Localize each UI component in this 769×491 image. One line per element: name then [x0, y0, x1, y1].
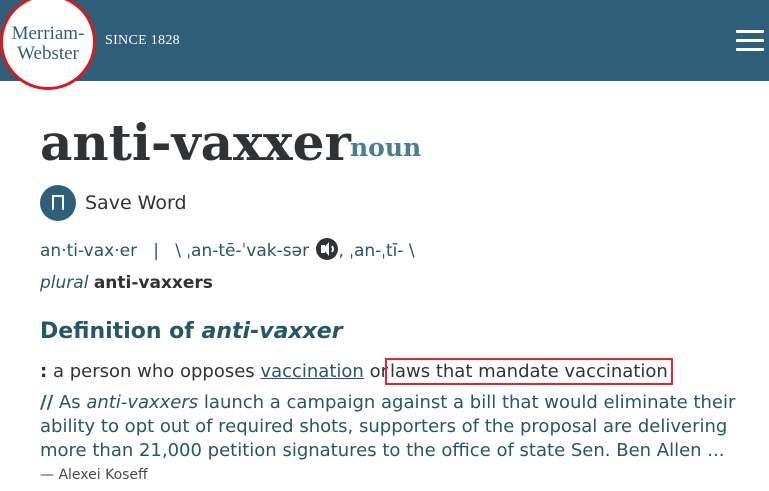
definition-text-before: a person who opposes — [52, 361, 255, 382]
pron-sep: , — [338, 241, 344, 261]
headword: anti-vaxxer — [40, 113, 351, 172]
pron-close: \ — [408, 241, 415, 261]
menu-bar — [736, 39, 764, 42]
tagline: SINCE 1828 — [105, 33, 180, 48]
example-sentence: // As anti-vaxxers launch a campaign aga… — [40, 391, 760, 463]
hamburger-menu-icon[interactable] — [736, 28, 764, 52]
definition-heading-prefix: Definition of — [40, 319, 202, 344]
menu-bar — [736, 30, 764, 33]
bookmark-notch — [52, 205, 64, 211]
example-prefix: As — [58, 392, 81, 413]
plural-line: plural anti-vaxxers — [40, 273, 213, 293]
pronunciation-2: ˌan-ˌtī- — [349, 241, 404, 261]
example-marker: // — [40, 392, 54, 413]
separator: | — [153, 241, 160, 261]
menu-bar — [736, 48, 764, 51]
definition-or: or — [369, 361, 388, 382]
definition-heading-term: anti-vaxxer — [201, 319, 343, 344]
save-word-button[interactable]: Save Word — [85, 192, 187, 214]
syllables: an·ti-vax·er — [40, 241, 138, 261]
vaccination-link[interactable]: vaccination — [260, 361, 363, 382]
bookmark-icon[interactable] — [40, 185, 76, 221]
logo-line-1: Merriam- — [11, 23, 85, 44]
pron-open: \ — [175, 241, 181, 261]
definition-heading: Definition of anti-vaxxer — [40, 319, 343, 344]
example-term: anti-vaxxers — [86, 392, 199, 413]
site-header: Merriam- Webster SINCE 1828 — [0, 0, 769, 90]
example-author: — Alexei Koseff — [40, 467, 148, 483]
logo-line-2: Webster — [17, 43, 79, 64]
pronunciation-line: an·ti-vax·er | \ ˌan-tē-ˈvak-sər , ˌan-ˌ… — [40, 238, 415, 262]
definition-colon: : — [40, 361, 48, 382]
definition-text: : a person who opposes vaccination or law… — [40, 358, 673, 385]
audio-speaker-icon[interactable] — [316, 238, 339, 260]
merriam-webster-logo[interactable]: Merriam- Webster — [0, 0, 96, 90]
pronunciation-1: ˌan-tē-ˈvak-sər — [186, 241, 310, 261]
highlighted-phrase: laws that mandate vaccination — [384, 358, 673, 385]
part-of-speech[interactable]: noun — [350, 133, 421, 162]
plural-label: plural — [40, 273, 89, 293]
sound-wave — [328, 244, 335, 254]
plural-form: anti-vaxxers — [93, 273, 213, 293]
